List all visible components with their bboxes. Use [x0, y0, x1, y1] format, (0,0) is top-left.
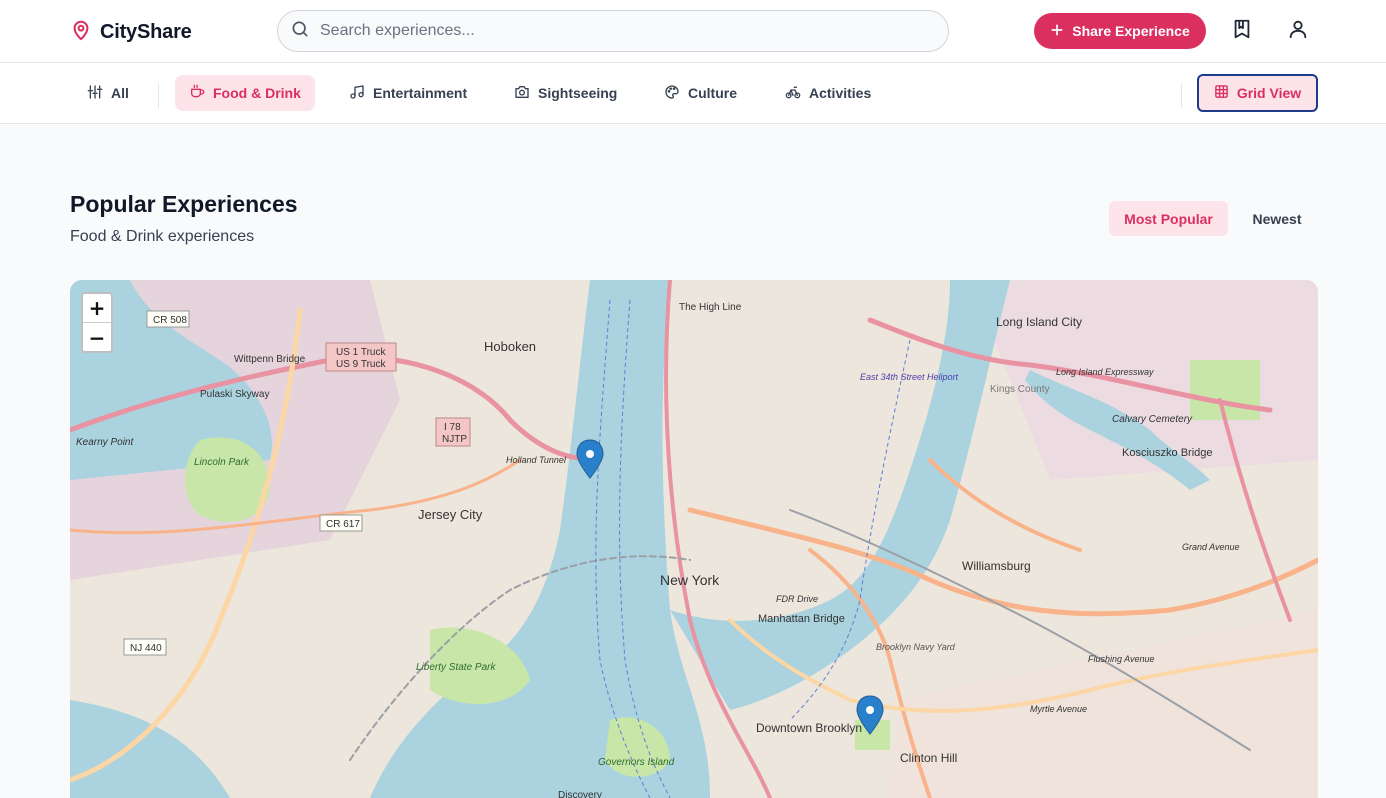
grid-view-button[interactable]: Grid View — [1197, 74, 1318, 112]
label-high-line: The High Line — [679, 302, 742, 313]
category-activities[interactable]: Activities — [771, 75, 885, 111]
label-brooklyn-navy-yard: Brooklyn Navy Yard — [876, 642, 956, 652]
palette-icon — [664, 84, 680, 103]
shield-nj440: NJ 440 — [130, 643, 162, 654]
label-governors-island: Governors Island — [598, 757, 675, 768]
label-discovery: Discovery — [558, 790, 602, 798]
category-label: Entertainment — [373, 85, 468, 101]
label-williamsburg: Williamsburg — [962, 559, 1031, 573]
label-myrtle: Myrtle Avenue — [1030, 704, 1087, 714]
shield-cr508: CR 508 — [153, 315, 187, 326]
sort-newest[interactable]: Newest — [1236, 201, 1318, 236]
shield-njtp: NJTP — [442, 434, 467, 445]
brand-logo[interactable]: CityShare — [70, 18, 192, 47]
label-manhattan-bridge: Manhattan Bridge — [758, 613, 845, 625]
label-lincoln-park: Lincoln Park — [194, 457, 250, 468]
music-note-icon — [349, 84, 365, 103]
search-bar[interactable] — [277, 10, 949, 52]
sort-most-popular[interactable]: Most Popular — [1109, 201, 1228, 236]
view-divider — [1181, 83, 1182, 108]
category-sightseeing[interactable]: Sightseeing — [500, 75, 631, 111]
share-experience-button[interactable]: Share Experience — [1034, 13, 1206, 49]
bookmark-icon — [1231, 17, 1253, 46]
page-title: Popular Experiences — [70, 191, 298, 217]
label-holland: Holland Tunnel — [506, 455, 567, 465]
label-kings-county: Kings County — [990, 384, 1049, 395]
share-experience-label: Share Experience — [1072, 23, 1190, 39]
category-label: Sightseeing — [538, 85, 618, 101]
zoom-out-button[interactable]: − — [83, 323, 111, 351]
label-clinton-hill: Clinton Hill — [900, 751, 957, 765]
label-grand-avenue: Grand Avenue — [1182, 542, 1240, 552]
category-food-drink[interactable]: Food & Drink — [175, 75, 315, 111]
profile-button[interactable] — [1284, 17, 1312, 45]
map-tiles: Hoboken Jersey City New York Long Island… — [70, 280, 1318, 798]
label-kearny: Kearny Point — [76, 437, 134, 448]
label-long-island-city: Long Island City — [996, 315, 1082, 329]
search-input[interactable] — [320, 22, 880, 40]
map-zoom-control: + − — [81, 292, 113, 353]
category-filter-bar: All Food & Drink Entertainment Sightseei… — [0, 63, 1386, 124]
grid-view-label: Grid View — [1236, 85, 1302, 101]
experience-map[interactable]: Hoboken Jersey City New York Long Island… — [70, 280, 1318, 798]
category-label: Food & Drink — [213, 85, 301, 101]
category-label: All — [111, 85, 129, 101]
brand-name: CityShare — [100, 21, 192, 43]
shield-i78: I 78 — [444, 422, 461, 433]
label-lie: Long Island Expressway — [1056, 367, 1154, 377]
shield-cr617: CR 617 — [326, 519, 360, 530]
label-wittpenn: Wittpenn Bridge — [234, 354, 306, 365]
map-park-calvary — [1190, 360, 1260, 420]
plus-icon — [1050, 23, 1064, 40]
category-culture[interactable]: Culture — [650, 75, 751, 111]
page-subtitle: Food & Drink experiences — [70, 228, 255, 245]
category-entertainment[interactable]: Entertainment — [335, 75, 481, 111]
label-kosciuszko: Kosciuszko Bridge — [1122, 447, 1213, 459]
label-liberty-park: Liberty State Park — [416, 662, 496, 673]
label-new-york: New York — [660, 572, 720, 588]
search-icon — [290, 19, 310, 44]
map-pin-icon — [70, 18, 92, 47]
user-icon — [1287, 17, 1309, 46]
bicycle-icon — [785, 84, 801, 103]
label-hoboken: Hoboken — [484, 339, 536, 354]
category-label: Activities — [809, 85, 872, 101]
label-heliport: East 34th Street Heliport — [860, 372, 959, 382]
top-navigation-bar: CityShare Share Experience — [0, 0, 1386, 63]
camera-icon — [514, 84, 530, 103]
label-pulaski: Pulaski Skyway — [200, 389, 269, 400]
label-calvary: Calvary Cemetery — [1112, 414, 1193, 425]
zoom-in-button[interactable]: + — [83, 294, 111, 323]
sliders-icon — [87, 84, 103, 103]
coffee-cup-icon — [189, 84, 205, 103]
grid-icon — [1214, 84, 1229, 102]
category-label: Culture — [688, 85, 737, 101]
label-jersey-city: Jersey City — [418, 507, 483, 522]
shield-us1: US 1 Truck — [336, 347, 386, 358]
label-fdr-drive: FDR Drive — [776, 594, 818, 604]
label-flushing: Flushing Avenue — [1088, 654, 1155, 664]
bookmark-button[interactable] — [1228, 17, 1256, 45]
category-all[interactable]: All — [73, 75, 143, 111]
label-downtown-brooklyn: Downtown Brooklyn — [756, 721, 862, 735]
category-divider — [158, 83, 159, 108]
shield-us9: US 9 Truck — [336, 359, 386, 370]
